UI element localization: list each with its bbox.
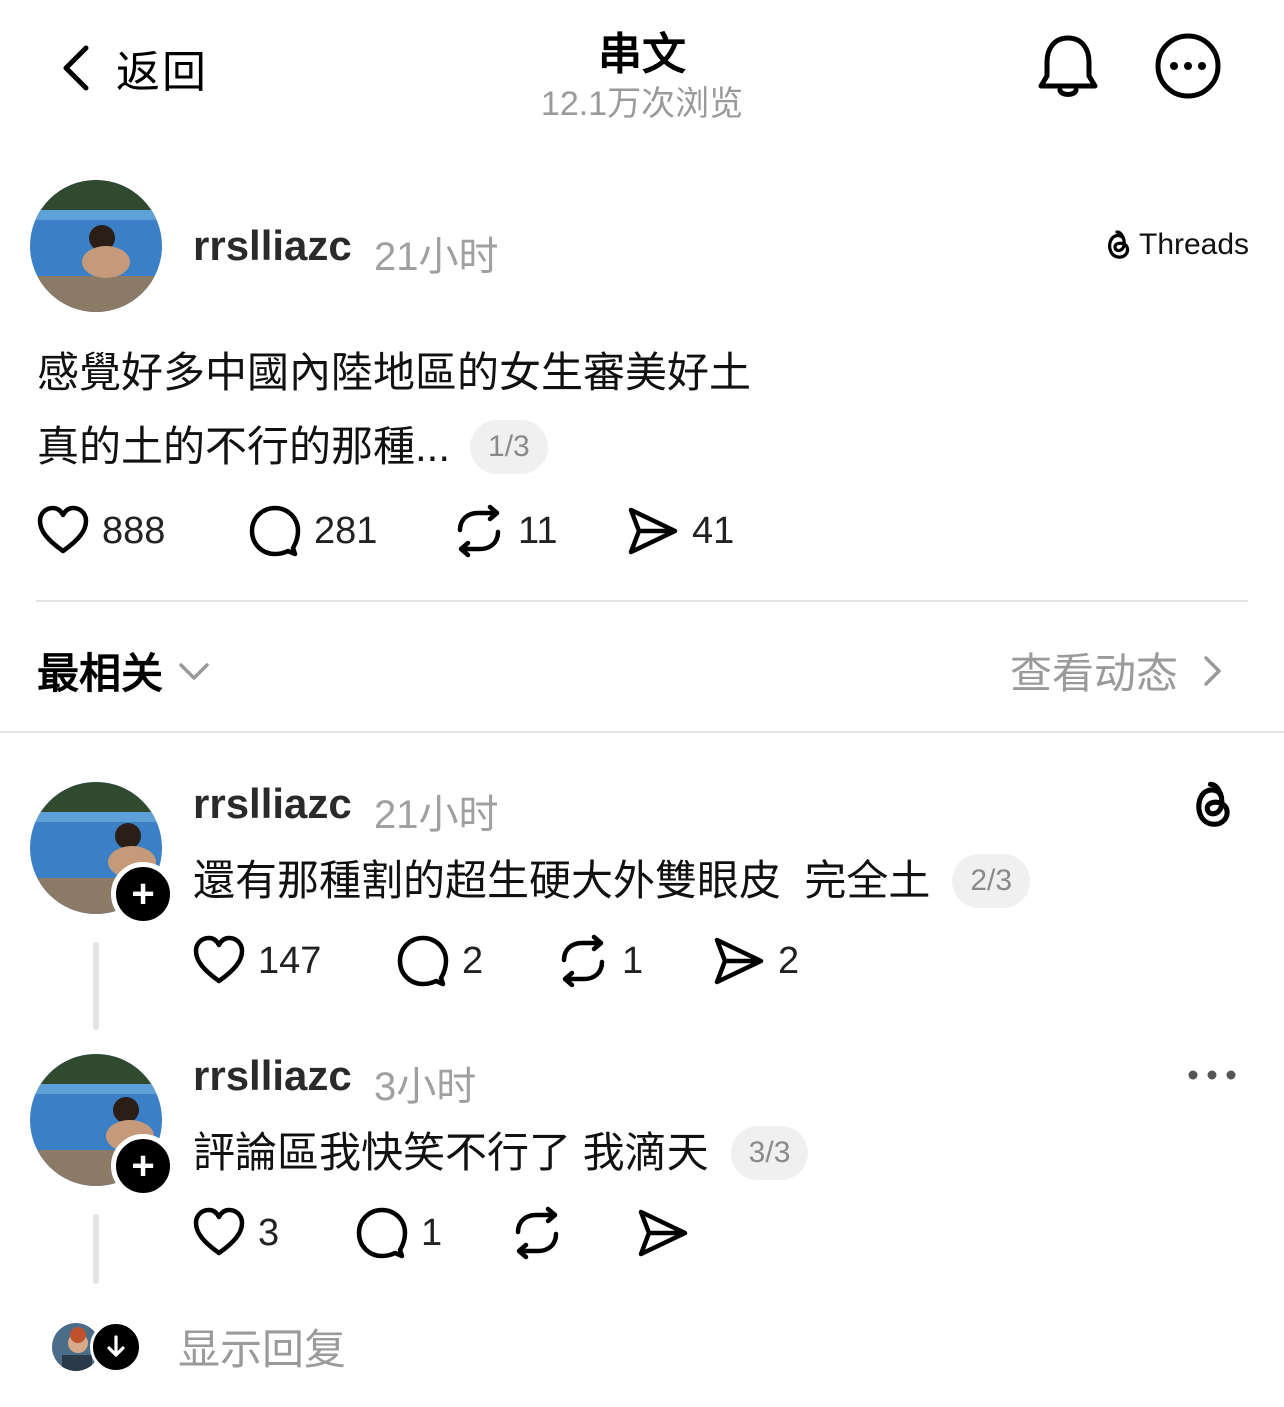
sort-label: 最相关 (37, 650, 164, 697)
heart-icon (193, 935, 245, 984)
like-button[interactable]: 147 (192, 934, 321, 988)
reply-text: 評論區我快笑不行了 我滴天 (193, 1129, 709, 1176)
share-button[interactable]: 2 (712, 934, 799, 988)
heart-icon (193, 1207, 245, 1256)
post-text-line-2: 真的土的不行的那種... (37, 423, 451, 470)
comment-button[interactable]: 2 (396, 934, 483, 988)
repost-icon (515, 1206, 559, 1260)
divider (36, 600, 1248, 602)
chevron-right-icon (1204, 655, 1221, 686)
show-replies-label: 显示回复 (178, 1326, 347, 1373)
like-button[interactable]: 888 (36, 504, 165, 558)
reply-username[interactable]: rrslliazc (193, 1052, 352, 1100)
share-count: 41 (692, 509, 735, 552)
reply-time: 3小时 (374, 1065, 477, 1109)
repost-icon (457, 504, 501, 558)
repost-button[interactable] (510, 1206, 564, 1260)
thread-pager: 1/3 (470, 420, 548, 474)
threads-label: Threads (1139, 228, 1250, 261)
heart-icon (37, 505, 89, 554)
arrow-down-icon (90, 1320, 142, 1373)
thread-line (93, 1214, 99, 1284)
like-count: 147 (258, 939, 322, 982)
follow-button[interactable]: + (111, 862, 175, 926)
like-count: 3 (258, 1211, 280, 1254)
bell-icon[interactable] (1036, 32, 1100, 102)
repost-count: 11 (518, 509, 558, 552)
like-count: 888 (102, 509, 166, 552)
thread-pager: 2/3 (952, 854, 1031, 908)
like-button[interactable]: 3 (192, 1206, 279, 1260)
show-replies-button[interactable]: 显示回复 (52, 1316, 346, 1377)
sort-dropdown[interactable]: 最相关 (37, 640, 211, 701)
repost-count: 1 (622, 939, 644, 982)
share-icon (628, 507, 678, 555)
more-icon[interactable] (1186, 1066, 1238, 1084)
share-icon (714, 937, 764, 985)
username[interactable]: rrslliazc (193, 222, 352, 270)
plus-icon: + (131, 1144, 155, 1188)
repost-button[interactable]: 1 (556, 934, 643, 988)
thread-pager: 3/3 (730, 1126, 809, 1180)
chevron-down-icon (179, 662, 209, 680)
comment-icon (356, 1207, 408, 1259)
reply-text: 還有那種割的超生硬大外雙眼皮 完全土 (193, 857, 931, 904)
comment-button[interactable]: 281 (248, 504, 377, 558)
reply-username[interactable]: rrslliazc (193, 780, 352, 828)
share-icon (638, 1209, 688, 1257)
comment-icon (397, 935, 449, 987)
section-divider (0, 731, 1284, 733)
repost-button[interactable]: 11 (452, 504, 557, 558)
share-count: 2 (778, 939, 800, 982)
follow-button[interactable]: + (111, 1134, 175, 1198)
comment-button[interactable]: 1 (355, 1206, 442, 1260)
avatar[interactable] (30, 180, 162, 312)
comment-count: 281 (314, 509, 378, 552)
share-button[interactable] (636, 1206, 690, 1260)
reply-time: 21小时 (374, 793, 499, 837)
share-button[interactable]: 41 (626, 504, 734, 558)
view-activity-label: 查看动态 (1010, 650, 1179, 697)
post-time: 21小时 (374, 235, 499, 279)
repost-icon (561, 934, 605, 988)
comment-icon (249, 505, 301, 557)
threads-logo-icon[interactable] (1188, 778, 1236, 832)
post-text-line-1: 感覺好多中國內陸地區的女生審美好土 (37, 349, 752, 396)
comment-count: 1 (421, 1211, 443, 1254)
comment-count: 2 (462, 939, 484, 982)
view-activity-link[interactable]: 查看动态 (1010, 640, 1224, 701)
more-icon[interactable] (1154, 32, 1222, 100)
threads-badge[interactable]: Threads (1103, 228, 1249, 262)
thread-line (93, 942, 99, 1030)
plus-icon: + (131, 872, 155, 916)
threads-logo-icon (1108, 230, 1130, 259)
